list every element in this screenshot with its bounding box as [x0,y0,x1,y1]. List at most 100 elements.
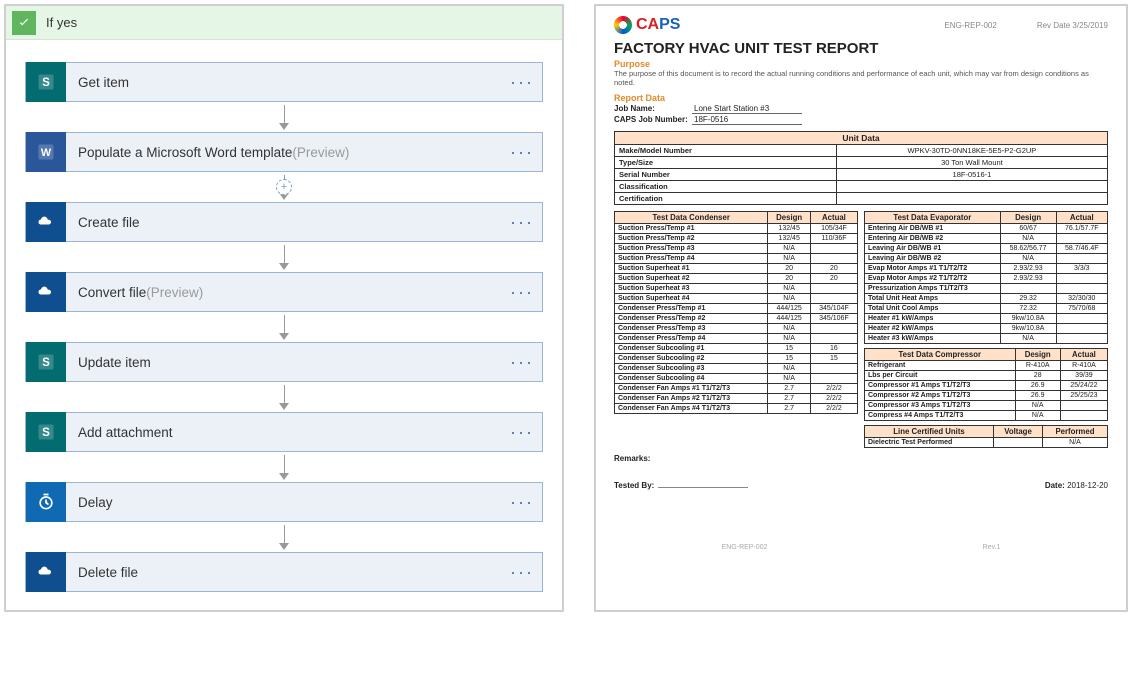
plus-icon[interactable]: + [276,179,292,195]
row-label: Condenser Subcooling #1 [615,344,768,354]
unitdata-val: 30 Ton Wall Mount [836,157,1107,169]
footer-code: ENG-REP-002 [722,544,768,551]
ellipsis-icon[interactable]: ··· [502,282,542,303]
arrow-connector[interactable] [279,382,289,412]
row-actual: 3/3/3 [1056,264,1107,274]
row-design: N/A [1000,334,1056,344]
row-design: 2.7 [768,404,810,414]
condition-bar[interactable]: If yes [6,6,562,40]
flow-step[interactable]: Create file··· [25,202,543,242]
arrow-connector[interactable] [279,102,289,132]
svg-text:S: S [42,76,50,89]
dl-icon [26,482,66,522]
step-label: Convert file(Preview) [66,285,502,300]
step-label: Delay [66,495,502,510]
ellipsis-icon[interactable]: ··· [502,72,542,93]
svg-text:S: S [42,356,50,369]
flow-step[interactable]: Convert file(Preview)··· [25,272,543,312]
ellipsis-icon[interactable]: ··· [502,562,542,583]
arrow-connector[interactable] [279,452,289,482]
flow-step[interactable]: SAdd attachment··· [25,412,543,452]
arrow-connector[interactable] [279,522,289,552]
row-label: Total Unit Cool Amps [865,304,1001,314]
row-label: Suction Press/Temp #1 [615,224,768,234]
doc-title: FACTORY HVAC UNIT TEST REPORT [614,40,1108,57]
unitdata-val [836,181,1107,193]
row-actual: 76.1/57.7F [1056,224,1107,234]
doc-revdate: Rev Date 3/25/2019 [1037,21,1108,30]
row-actual [810,284,857,294]
row-label: Suction Superheat #4 [615,294,768,304]
row-design: 72.32 [1000,304,1056,314]
unit-data-table: Unit Data Make/Model NumberWPKV-30TD-0NN… [614,131,1108,205]
unitdata-key: Make/Model Number [615,145,837,157]
ellipsis-icon[interactable]: ··· [502,212,542,233]
row-actual: N/A [1042,438,1107,448]
row-label: Heater #1 kW/Amps [865,314,1001,324]
arrow-connector[interactable] [279,312,289,342]
row-label: Compressor #2 Amps T1/T2/T3 [865,391,1016,401]
od-icon [26,552,66,592]
arrow-connector[interactable]: + [279,172,289,202]
flow-step[interactable]: Delete file··· [25,552,543,592]
row-actual: 110/36F [810,234,857,244]
ellipsis-icon[interactable]: ··· [502,492,542,513]
row-design: 26.9 [1015,391,1060,401]
row-design: 26.9 [1015,381,1060,391]
od-icon [26,202,66,242]
row-actual [810,364,857,374]
check-icon [12,11,36,35]
arrow-connector[interactable] [279,242,289,272]
row-design: 15 [768,344,810,354]
row-design [1000,284,1056,294]
row-label: Suction Superheat #1 [615,264,768,274]
svg-text:S: S [42,426,50,439]
flow-step[interactable]: Delay··· [25,482,543,522]
row-actual [1056,284,1107,294]
row-actual [1056,334,1107,344]
date-label: Date: [1045,481,1065,490]
unitdata-key: Certification [615,193,837,205]
row-label: Evap Motor Amps #1 T1/T2/T2 [865,264,1001,274]
row-design: 9kw/10.8A [1000,324,1056,334]
line-cert-table: Line Certified UnitsVoltagePerformed Die… [864,425,1108,448]
row-design: N/A [768,324,810,334]
row-label: Condenser Press/Temp #3 [615,324,768,334]
reportdata-heading: Report Data [614,93,1108,103]
ellipsis-icon[interactable]: ··· [502,142,542,163]
flow-step[interactable]: W Populate a Microsoft Word template(Prev… [25,132,543,172]
row-label: Entering Air DB/WB #1 [865,224,1001,234]
logo-text: CAPS [636,16,680,34]
testedby-line [658,487,748,488]
row-label: Condenser Subcooling #2 [615,354,768,364]
row-design: N/A [768,254,810,264]
unitdata-val: 18F-0516-1 [836,169,1107,181]
row-actual: 20 [810,264,857,274]
od-icon [26,272,66,312]
row-actual [1056,314,1107,324]
row-actual: 2/2/2 [810,394,857,404]
flow-step[interactable]: SGet item··· [25,62,543,102]
svg-text:W: W [41,147,52,159]
ellipsis-icon[interactable]: ··· [502,422,542,443]
purpose-text: The purpose of this document is to recor… [614,69,1108,87]
step-label: Create file [66,215,502,230]
document-preview: CAPS ENG-REP-002 Rev Date 3/25/2019 FACT… [594,4,1128,612]
row-design: 20 [768,264,810,274]
flow-step[interactable]: SUpdate item··· [25,342,543,382]
row-actual [810,254,857,264]
row-design: N/A [768,284,810,294]
unitdata-key: Type/Size [615,157,837,169]
row-label: Suction Superheat #2 [615,274,768,284]
row-label: Heater #3 kW/Amps [865,334,1001,344]
row-design: 2.7 [768,394,810,404]
row-actual: R-410A [1060,361,1107,371]
row-label: Suction Press/Temp #2 [615,234,768,244]
row-design: 15 [768,354,810,364]
step-label: Populate a Microsoft Word template(Previ… [66,145,502,160]
evaporator-table: Test Data EvaporatorDesignActual Enterin… [864,211,1108,344]
unitdata-key: Classification [615,181,837,193]
row-actual: 20 [810,274,857,284]
row-actual: 2/2/2 [810,384,857,394]
ellipsis-icon[interactable]: ··· [502,352,542,373]
